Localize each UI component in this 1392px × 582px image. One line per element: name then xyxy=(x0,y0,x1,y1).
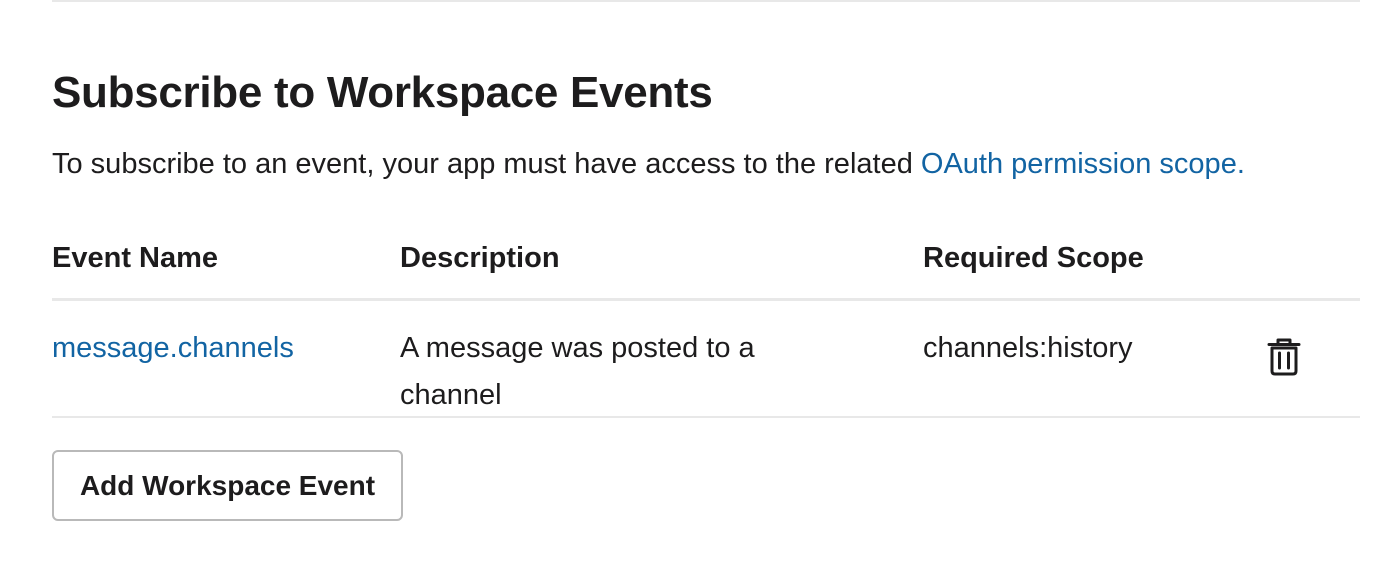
header-required-scope: Required Scope xyxy=(923,242,1144,274)
event-description: A message was posted to a channel xyxy=(400,332,755,411)
top-divider xyxy=(52,0,1360,2)
events-table: Event Name Description Required Scope me… xyxy=(52,236,1360,418)
intro-text: To subscribe to an event, your app must … xyxy=(52,148,921,180)
section-title: Subscribe to Workspace Events xyxy=(52,68,713,117)
trash-icon xyxy=(1267,338,1301,376)
oauth-scope-link[interactable]: OAuth permission scope. xyxy=(921,148,1245,180)
table-header: Event Name Description Required Scope xyxy=(52,236,1360,301)
section-description: To subscribe to an event, your app must … xyxy=(52,146,1245,182)
header-event-name: Event Name xyxy=(52,242,219,274)
header-description: Description xyxy=(400,242,560,274)
table-row: message.channels A message was posted to… xyxy=(52,301,1360,418)
add-workspace-event-button[interactable]: Add Workspace Event xyxy=(52,450,403,521)
event-required-scope: channels:history xyxy=(923,332,1133,364)
workspace-events-section: Subscribe to Workspace Events To subscri… xyxy=(0,0,1392,582)
event-name-cell: message.channels xyxy=(52,325,294,372)
delete-event-button[interactable] xyxy=(1266,337,1302,377)
event-name-link[interactable]: message.channels xyxy=(52,332,294,364)
